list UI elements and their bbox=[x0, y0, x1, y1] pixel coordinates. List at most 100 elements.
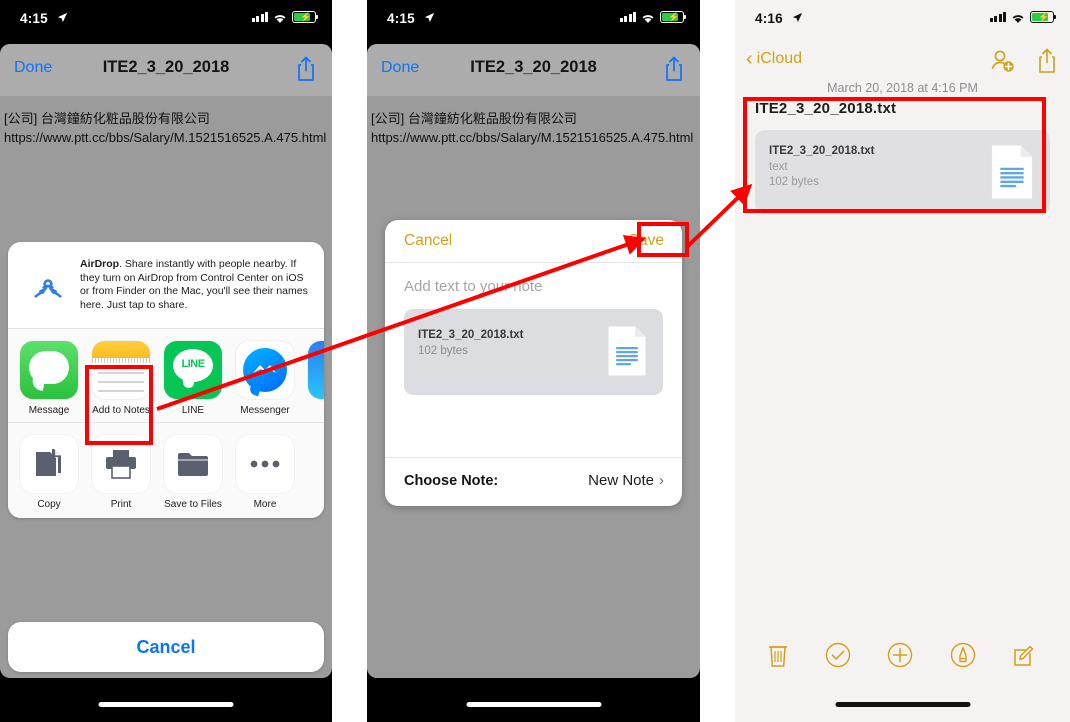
printer-icon bbox=[92, 435, 150, 493]
home-indicator bbox=[98, 702, 234, 707]
battery-charging-icon: ⚡ bbox=[292, 11, 318, 23]
share-icon[interactable] bbox=[296, 56, 316, 82]
share-app-line[interactable]: LINE LINE bbox=[164, 341, 222, 416]
copy-icon bbox=[20, 435, 78, 493]
plus-circle-icon[interactable] bbox=[887, 642, 913, 673]
phone-panel-saved-note: 4:16 ⚡ ‹ iCloud March 20, 2018 at 4:16 P… bbox=[735, 0, 1070, 722]
attachment-size: 102 bytes bbox=[769, 176, 819, 188]
line-app-icon: LINE bbox=[164, 341, 222, 399]
action-print[interactable]: Print bbox=[92, 435, 150, 510]
document-content: [公司] 台灣鐘紡化粧品股份有限公司 https://www.ptt.cc/bb… bbox=[0, 97, 332, 147]
cellular-bars-icon bbox=[989, 11, 1006, 22]
share-app-label: Message bbox=[28, 405, 70, 416]
attachment-type: text bbox=[769, 161, 788, 173]
action-label: More bbox=[253, 499, 277, 510]
attachment-size: 102 bytes bbox=[418, 345, 468, 357]
status-bar: 4:15 ⚡ bbox=[0, 0, 332, 30]
airdrop-description: AirDrop. Share instantly with people nea… bbox=[76, 256, 312, 312]
note-content: ITE2_3_20_2018.txt ITE2_3_20_2018.txt te… bbox=[755, 100, 1050, 214]
text-file-icon bbox=[990, 144, 1034, 205]
note-date: March 20, 2018 at 4:16 PM bbox=[827, 81, 978, 95]
page-title: ITE2_3_20_2018 bbox=[470, 58, 597, 76]
navigation-bar: Done ITE2_3_20_2018 bbox=[367, 44, 700, 97]
add-person-icon[interactable] bbox=[989, 48, 1015, 79]
share-icon[interactable] bbox=[664, 56, 684, 82]
checkmark-circle-icon[interactable] bbox=[825, 642, 851, 673]
action-label: Save to Files bbox=[164, 499, 222, 510]
attachment-card[interactable]: ITE2_3_20_2018.txt 102 bytes bbox=[404, 309, 663, 395]
attachment-name: ITE2_3_20_2018.txt bbox=[418, 329, 524, 341]
chevron-right-icon: › bbox=[659, 472, 664, 489]
cancel-button[interactable]: Cancel bbox=[8, 622, 324, 672]
cellular-bars-icon bbox=[619, 11, 636, 22]
share-app-label: Messenger bbox=[240, 405, 290, 416]
document-line-2: https://www.ptt.cc/bbs/Salary/M.15215165… bbox=[4, 130, 327, 145]
status-time: 4:15 bbox=[387, 11, 415, 26]
phone-panel-add-to-notes: 4:15 ⚡ Done ITE2_3_20_2018 [公司] 台灣鐘紡化粧品股… bbox=[367, 0, 700, 722]
document-line-1: [公司] 台灣鐘紡化粧品股份有限公司 bbox=[371, 111, 577, 126]
action-copy[interactable]: Copy bbox=[20, 435, 78, 510]
airdrop-label: AirDrop bbox=[80, 258, 120, 270]
status-indicators: ⚡ bbox=[989, 11, 1056, 24]
choose-note-row[interactable]: Choose Note: New Note › bbox=[385, 457, 682, 506]
share-app-label: Add to Notes bbox=[92, 405, 150, 416]
share-app-label: LINE bbox=[181, 405, 205, 416]
compose-icon[interactable] bbox=[1012, 642, 1038, 673]
battery-charging-icon: ⚡ bbox=[1030, 11, 1056, 23]
share-card: AirDrop. Share instantly with people nea… bbox=[8, 242, 324, 518]
document-line-2: https://www.ptt.cc/bbs/Salary/M.15215165… bbox=[371, 130, 694, 145]
share-app-message[interactable]: Message bbox=[20, 341, 78, 416]
document-container: Done ITE2_3_20_2018 [公司] 台灣鐘紡化粧品股份有限公司 h… bbox=[367, 44, 700, 678]
notes-compose-sheet: Cancel Save Add text to your note ITE2_3… bbox=[385, 220, 682, 506]
phone-panel-share-sheet: 4:15 ⚡ Done ITE2_3_20_2018 [公司] 台灣鐘紡化粧品股… bbox=[0, 0, 332, 722]
wifi-icon bbox=[1011, 11, 1025, 24]
action-label: Copy bbox=[37, 499, 61, 510]
back-to-icloud-button[interactable]: ‹ iCloud bbox=[746, 48, 803, 70]
airdrop-section[interactable]: AirDrop. Share instantly with people nea… bbox=[8, 242, 324, 329]
status-time: 4:16 bbox=[755, 11, 783, 26]
action-more[interactable]: More bbox=[236, 435, 294, 510]
action-label: Print bbox=[110, 499, 132, 510]
share-app-extra[interactable] bbox=[308, 341, 324, 416]
page-title: ITE2_3_20_2018 bbox=[102, 58, 230, 76]
status-indicators: ⚡ bbox=[251, 11, 318, 24]
note-attachment-card[interactable]: ITE2_3_20_2018.txt text 102 bytes bbox=[755, 130, 1050, 214]
share-app-add-to-notes[interactable]: Add to Notes bbox=[92, 341, 150, 416]
notes-app-icon bbox=[92, 341, 150, 399]
document-line-1: [公司] 台灣鐘紡化粧品股份有限公司 bbox=[4, 111, 210, 126]
messages-app-icon bbox=[20, 341, 78, 399]
choose-note-value[interactable]: New Note › bbox=[588, 472, 664, 489]
share-action-row: Copy Print Save to Files More bbox=[8, 422, 324, 518]
messenger-app-icon bbox=[236, 341, 294, 399]
status-bar: 4:16 ⚡ bbox=[735, 0, 1070, 30]
action-save-to-files[interactable]: Save to Files bbox=[164, 435, 222, 510]
cellular-bars-icon bbox=[251, 11, 268, 22]
trash-icon[interactable] bbox=[767, 642, 789, 673]
markup-pen-icon[interactable] bbox=[950, 642, 976, 673]
navigation-bar: ‹ iCloud bbox=[735, 42, 1070, 82]
chevron-left-icon: ‹ bbox=[746, 48, 753, 70]
notes-bottom-toolbar bbox=[735, 637, 1070, 677]
home-indicator bbox=[835, 702, 970, 707]
home-indicator bbox=[466, 702, 601, 707]
cancel-button[interactable]: Cancel bbox=[404, 232, 452, 250]
screenshot-stage: 4:15 ⚡ Done ITE2_3_20_2018 [公司] 台灣鐘紡化粧品股… bbox=[0, 0, 1070, 722]
more-ellipsis-icon bbox=[236, 435, 294, 493]
wifi-icon bbox=[641, 11, 655, 24]
status-indicators: ⚡ bbox=[619, 11, 686, 24]
wifi-icon bbox=[273, 11, 287, 24]
back-label: iCloud bbox=[756, 50, 803, 67]
share-icon[interactable] bbox=[1037, 48, 1057, 79]
battery-charging-icon: ⚡ bbox=[660, 11, 686, 23]
choose-note-value-text: New Note bbox=[588, 472, 654, 489]
text-file-icon bbox=[607, 325, 647, 382]
folder-icon bbox=[164, 435, 222, 493]
note-title: ITE2_3_20_2018.txt bbox=[755, 100, 897, 117]
share-app-row: Message Add to Notes LINE LINE Messenger bbox=[8, 329, 324, 422]
attachment-name: ITE2_3_20_2018.txt bbox=[769, 145, 875, 157]
location-arrow-icon bbox=[424, 12, 435, 26]
location-arrow-icon bbox=[57, 12, 68, 26]
share-app-messenger[interactable]: Messenger bbox=[236, 341, 294, 416]
save-button[interactable]: Save bbox=[629, 232, 664, 250]
note-text-input-placeholder[interactable]: Add text to your note bbox=[385, 263, 682, 295]
